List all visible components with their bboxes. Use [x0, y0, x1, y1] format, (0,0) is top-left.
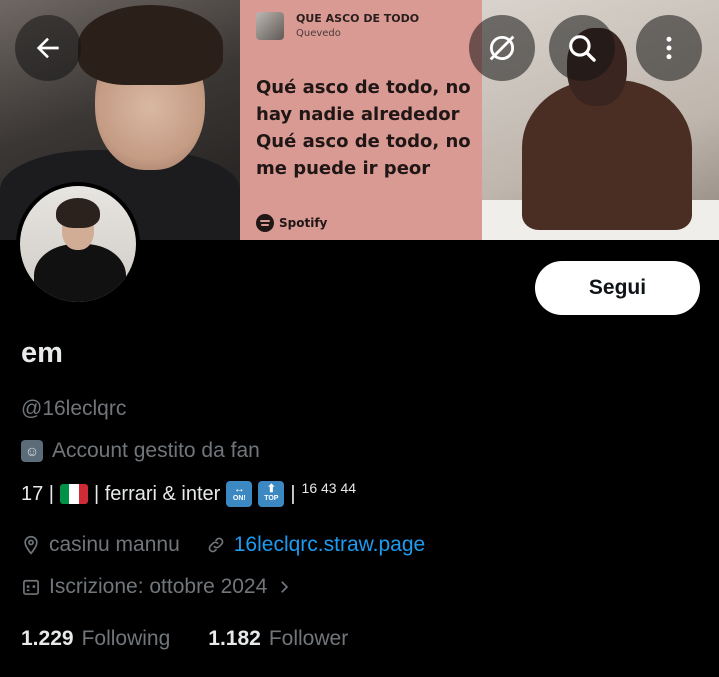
profile-meta: casinu mannu 16leclqrc.straw.page [21, 533, 425, 557]
fan-account-label: ☺ Account gestito da fan [21, 439, 260, 463]
fan-account-text: Account gestito da fan [52, 439, 260, 462]
bell-off-icon [489, 35, 515, 61]
arrow-left-icon [36, 37, 59, 59]
search-button[interactable] [549, 15, 615, 81]
bio-separator: | [290, 482, 296, 505]
more-options-button[interactable] [636, 15, 702, 81]
following-count[interactable]: 1.229 [21, 627, 74, 651]
location-pin-icon [21, 535, 41, 555]
join-date-row[interactable]: Iscrizione: ottobre 2024 [21, 575, 293, 599]
link-icon [206, 535, 226, 555]
lyric-text: Qué asco de todo, no hay nadie alrededor… [256, 77, 471, 179]
spotify-label: Spotify [279, 216, 328, 230]
handle: @16leclqrc [21, 397, 127, 420]
join-date: Iscrizione: ottobre 2024 [49, 575, 268, 598]
spotify-brand: Spotify [256, 214, 327, 232]
avatar[interactable] [16, 182, 140, 306]
lyric-song-title: QUE ASCO DE TODO [296, 12, 420, 25]
follow-counts: 1.229 Following 1.182 Follower [21, 627, 348, 651]
top-arrow-icon: ⬆ TOP [258, 481, 285, 507]
spotify-icon [256, 214, 274, 232]
calendar-icon [21, 577, 41, 597]
on-arrow-icon: ↔ ON! [226, 481, 253, 507]
display-name: em [21, 337, 63, 369]
bio: 17 | | ferrari & inter ↔ ON! ⬆ TOP | 16 43… [21, 480, 357, 507]
avatar-image [20, 186, 136, 302]
album-cover [256, 12, 284, 40]
website-link[interactable]: 16leclqrc.straw.page [234, 533, 425, 557]
chevron-right-icon [275, 578, 293, 596]
more-vertical-icon [666, 36, 672, 60]
follow-button[interactable]: Segui [535, 261, 700, 315]
lyric-artist: Quevedo [296, 28, 341, 39]
following-label[interactable]: Following [82, 627, 171, 651]
bio-teams: | ferrari & inter [94, 482, 221, 505]
bio-age: 17 | [21, 482, 54, 505]
followers-count[interactable]: 1.182 [208, 627, 261, 651]
italy-flag-icon [60, 484, 88, 504]
back-button[interactable] [15, 15, 81, 81]
masks-icon: ☺ [21, 440, 43, 462]
location: casinu mannu [49, 533, 180, 556]
lyric-card: QUE ASCO DE TODO Quevedo Qué asco de tod… [240, 0, 482, 240]
search-icon [569, 35, 596, 62]
followers-label[interactable]: Follower [269, 627, 348, 651]
notifications-button[interactable] [469, 15, 535, 81]
bio-numbers: 16 43 44 [301, 480, 357, 496]
